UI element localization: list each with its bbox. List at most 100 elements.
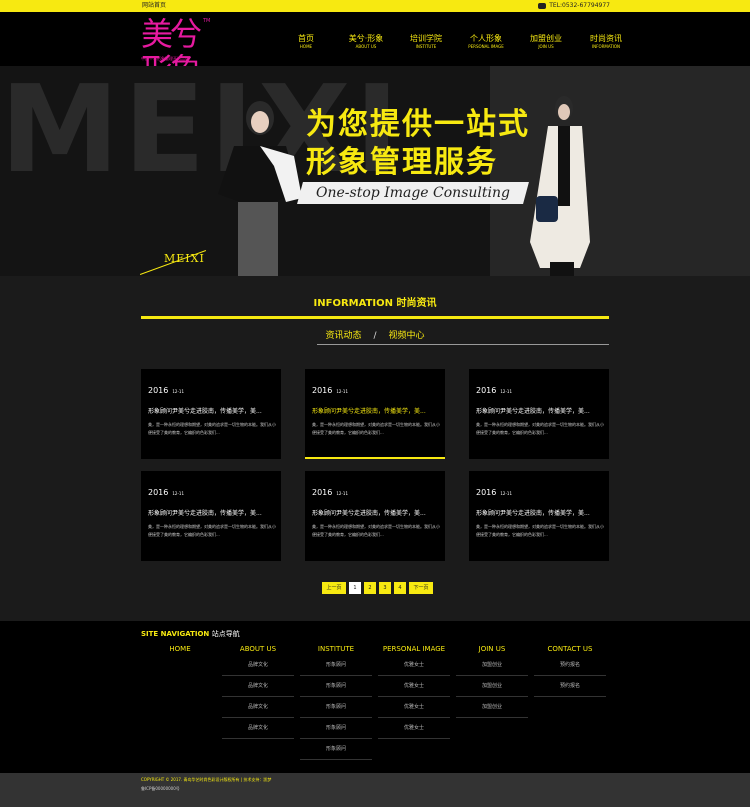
footer-link[interactable]: 优雅女士 xyxy=(378,676,450,697)
nav-label: 加盟创业 xyxy=(530,34,562,43)
news-card[interactable]: 2016 12-11 形象顾问尹美兮走进胶南，传播美学，美... 美，是一种永恒的… xyxy=(305,471,445,561)
model-photo-right xyxy=(530,96,590,276)
card-desc: 美，是一种永恒的理想和期望，对美的追求是一切生物的本能。我们从小便接受了美的教育… xyxy=(312,524,440,537)
card-year: 2016 xyxy=(312,488,333,497)
nav-label: 美兮·形象 xyxy=(348,34,384,43)
nav-label-en: INSTITUTE xyxy=(415,44,437,49)
card-month-day: 12-11 xyxy=(172,491,184,496)
footer-col-head[interactable]: JOIN US xyxy=(456,643,528,655)
news-card[interactable]: 2016 12-11 形象顾问尹美兮走进胶南，传播美学，美... 美，是一种永恒的… xyxy=(305,369,445,459)
icp-number[interactable]: 鲁ICP备00000000号 xyxy=(141,786,180,792)
news-card[interactable]: 2016 12-11 形象顾问尹美兮走进胶南，传播美学，美... 美，是一种永恒的… xyxy=(469,369,609,459)
footer-link[interactable]: 预约报名 xyxy=(534,655,606,676)
footer-link[interactable]: 品牌文化 xyxy=(222,718,294,739)
nav-label: 首页 xyxy=(298,34,314,43)
banner-subline-text: One-stop Image Consulting xyxy=(316,185,510,201)
card-year: 2016 xyxy=(148,488,169,497)
header: 美兮形象 TM 中国个人形象管理开拓品牌 首页HOME 美兮·形象ABOUT U… xyxy=(0,12,750,88)
tabs-underline xyxy=(317,344,609,345)
card-year: 2016 xyxy=(476,386,497,395)
home-link[interactable]: 网站首页 xyxy=(142,0,166,12)
card-desc: 美，是一种永恒的理想和期望，对美的追求是一切生物的本能。我们从小便接受了美的教育… xyxy=(148,422,276,435)
page-button-4[interactable]: 4 xyxy=(394,582,406,594)
card-month-day: 12-11 xyxy=(172,389,184,394)
card-month-day: 12-11 xyxy=(500,389,512,394)
tab-separator: / xyxy=(373,331,377,341)
page-button-1[interactable]: 1 xyxy=(349,582,361,594)
footer-link[interactable]: 形象顾问 xyxy=(300,676,372,697)
card-desc: 美，是一种永恒的理想和期望，对美的追求是一切生物的本能。我们从小便接受了美的教育… xyxy=(476,524,604,537)
top-bar: 网站首页 TEL:0532-67794977 xyxy=(0,0,750,12)
nav-label-en: JOIN US xyxy=(538,44,554,49)
footer-link[interactable]: 品牌文化 xyxy=(222,655,294,676)
card-year: 2016 xyxy=(476,488,497,497)
banner-headline: 为您提供一站式 形象管理服务 xyxy=(306,106,530,182)
nav-item-personal-image[interactable]: 个人形象 PERSONAL IMAGE xyxy=(456,34,516,50)
nav-label: 时尚资讯 xyxy=(590,34,622,43)
nav-item-about[interactable]: 美兮·形象 ABOUT US xyxy=(336,34,396,50)
section-title: INFORMATION 时尚资讯 xyxy=(313,298,437,309)
footer-col-contact: CONTACT US 预约报名 预约报名 xyxy=(534,643,606,697)
card-year: 2016 xyxy=(312,386,333,395)
footer-link[interactable]: 形象顾问 xyxy=(300,655,372,676)
card-title: 形象顾问尹美兮走进胶南，传播美学，美... xyxy=(148,510,262,517)
footer-link[interactable]: 形象顾问 xyxy=(300,739,372,760)
prev-page-button[interactable]: 上一页 xyxy=(322,582,346,594)
information-section: INFORMATION 时尚资讯 资讯动态 / 视频中心 2016 12-11 形象顾… xyxy=(0,276,750,621)
card-title: 形象顾问尹美兮走进胶南，传播美学，美... xyxy=(148,408,262,415)
news-card[interactable]: 2016 12-11 形象顾问尹美兮走进胶南，传播美学，美... 美，是一种永恒的… xyxy=(141,369,281,459)
footer-link[interactable]: 加盟创业 xyxy=(456,655,528,676)
copyright-text: COPYRIGHT © 2017. 青岛华艺时尚色彩设计版权所有 | 技术支持：… xyxy=(141,777,272,782)
card-month-day: 12-11 xyxy=(500,491,512,496)
footer-link[interactable]: 加盟创业 xyxy=(456,676,528,697)
logo[interactable]: 美兮形象 TM 中国个人形象管理开拓品牌 xyxy=(141,16,211,88)
card-year: 2016 xyxy=(148,386,169,395)
news-card[interactable]: 2016 12-11 形象顾问尹美兮走进胶南，传播美学，美... 美，是一种永恒的… xyxy=(469,471,609,561)
card-title: 形象顾问尹美兮走进胶南，传播美学，美... xyxy=(312,408,426,415)
footer-link[interactable]: 品牌文化 xyxy=(222,697,294,718)
footer-col-head[interactable]: HOME xyxy=(144,643,216,655)
nav-label-en: INFORMATION xyxy=(591,44,621,49)
nav-item-information[interactable]: 时尚资讯 INFORMATION xyxy=(576,34,636,50)
next-page-button[interactable]: 下一页 xyxy=(409,582,433,594)
copyright-bar: COPYRIGHT © 2017. 青岛华艺时尚色彩设计版权所有 | 技术支持：… xyxy=(0,773,750,807)
tab-news[interactable]: 资讯动态 xyxy=(325,331,361,341)
footer-col-personal-image: PERSONAL IMAGE 优雅女士 优雅女士 优雅女士 优雅女士 xyxy=(378,643,450,739)
nav-label: 个人形象 xyxy=(470,34,502,43)
page-button-3[interactable]: 3 xyxy=(379,582,391,594)
tab-video[interactable]: 视频中心 xyxy=(389,331,425,341)
footer-col-head[interactable]: INSTITUTE xyxy=(300,643,372,655)
news-card[interactable]: 2016 12-11 形象顾问尹美兮走进胶南，传播美学，美... 美，是一种永恒的… xyxy=(141,471,281,561)
card-date: 2016 12-11 xyxy=(476,488,512,497)
footer-link[interactable]: 加盟创业 xyxy=(456,697,528,718)
card-date: 2016 12-11 xyxy=(312,488,348,497)
footer-col-head[interactable]: CONTACT US xyxy=(534,643,606,655)
footer-col-head[interactable]: ABOUT US xyxy=(222,643,294,655)
nav-item-home[interactable]: 首页 HOME xyxy=(276,34,336,50)
page-button-2[interactable]: 2 xyxy=(364,582,376,594)
nav-item-join[interactable]: 加盟创业 JOIN US xyxy=(516,34,576,50)
pagination: 上一页 1 2 3 4 下一页 xyxy=(322,582,433,594)
card-title: 形象顾问尹美兮走进胶南，传播美学，美... xyxy=(476,408,590,415)
card-date: 2016 12-11 xyxy=(148,488,184,497)
footer-link[interactable]: 形象顾问 xyxy=(300,718,372,739)
info-tabs: 资讯动态 / 视频中心 xyxy=(0,328,750,341)
nav-label: 培训学院 xyxy=(410,34,442,43)
footer-col-join: JOIN US 加盟创业 加盟创业 加盟创业 xyxy=(456,643,528,718)
footer-link[interactable]: 优雅女士 xyxy=(378,718,450,739)
nav-label-en: ABOUT US xyxy=(355,44,377,49)
footer-col-head[interactable]: PERSONAL IMAGE xyxy=(378,643,450,655)
nav-item-institute[interactable]: 培训学院 INSTITUTE xyxy=(396,34,456,50)
card-date: 2016 12-11 xyxy=(148,386,184,395)
card-desc: 美，是一种永恒的理想和期望，对美的追求是一切生物的本能。我们从小便接受了美的教育… xyxy=(148,524,276,537)
hero-banner[interactable]: MEIXI 为您提供一站式 形象管理服务 One-stop Image Cons… xyxy=(0,66,750,276)
nav-label-en: PERSONAL IMAGE xyxy=(468,44,504,49)
footer-col-about: ABOUT US 品牌文化 品牌文化 品牌文化 品牌文化 xyxy=(222,643,294,739)
section-title-bar xyxy=(141,316,609,319)
footer-link[interactable]: 品牌文化 xyxy=(222,676,294,697)
footer-link[interactable]: 预约报名 xyxy=(534,676,606,697)
footer-col-institute: INSTITUTE 形象顾问 形象顾问 形象顾问 形象顾问 形象顾问 xyxy=(300,643,372,760)
footer-link[interactable]: 优雅女士 xyxy=(378,697,450,718)
footer-link[interactable]: 优雅女士 xyxy=(378,655,450,676)
footer-link[interactable]: 形象顾问 xyxy=(300,697,372,718)
